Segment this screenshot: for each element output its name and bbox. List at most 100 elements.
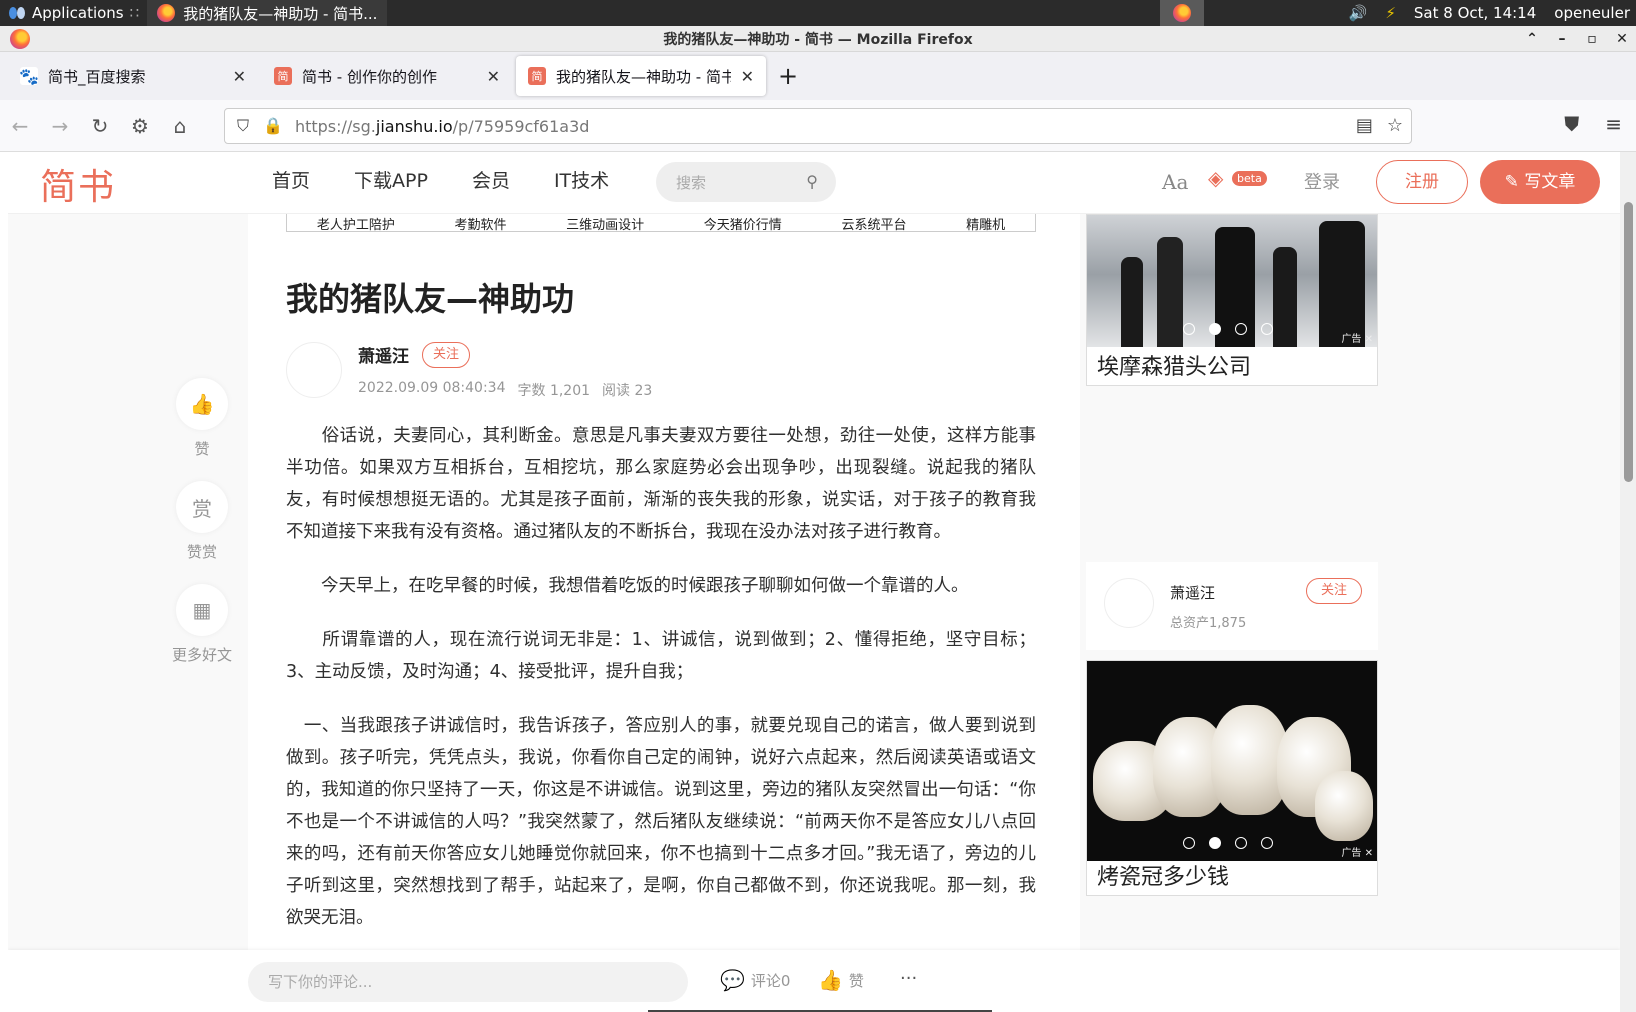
- tag-link[interactable]: 三维动画设计: [566, 214, 644, 233]
- comments-button[interactable]: 💬 评论0: [720, 968, 790, 992]
- user-menu[interactable]: openeuler: [1554, 4, 1630, 22]
- ad-mark[interactable]: 广告 ✕: [1341, 844, 1373, 859]
- like-button[interactable]: 👍 赞: [818, 968, 864, 992]
- carousel-dot[interactable]: [1261, 323, 1273, 335]
- word-count: 字数 1,201: [517, 383, 591, 399]
- bookmark-star-icon[interactable]: ☆: [1387, 115, 1403, 136]
- more-articles-action[interactable]: ▦ 更多好文: [172, 584, 232, 665]
- taskbar-firefox-item[interactable]: 我的猪队友—神助功 - 简书...: [147, 0, 388, 26]
- chevron-up-icon[interactable]: ⌃: [1524, 31, 1540, 47]
- comment-input[interactable]: 写下你的评论...: [248, 962, 688, 1002]
- tab-baidu-search[interactable]: 🐾 简书_百度搜索 ✕: [8, 56, 258, 96]
- more-articles-label: 更多好文: [172, 646, 233, 664]
- applications-menu[interactable]: Applications ∷: [0, 4, 147, 22]
- reload-button[interactable]: ↻: [80, 114, 120, 138]
- article-title: 我的猪队友—神助功: [286, 280, 575, 318]
- register-button[interactable]: 注册: [1376, 160, 1468, 204]
- close-window-button[interactable]: ✕: [1614, 31, 1630, 47]
- nav-it-tech[interactable]: IT技术: [554, 166, 609, 196]
- ad-mark[interactable]: 广告 ✕: [1341, 330, 1373, 345]
- tag-link[interactable]: 云系统平台: [841, 214, 906, 233]
- pocket-icon[interactable]: ⛊: [1564, 112, 1579, 136]
- tab-label: 简书_百度搜索: [48, 67, 146, 86]
- side-actions: 👍 赞 赏 赞赏 ▦ 更多好文: [172, 378, 232, 687]
- firefox-icon: [157, 4, 176, 22]
- ad-caption[interactable]: 烤瓷冠多少钱: [1097, 859, 1229, 891]
- ad-image[interactable]: 广告 ✕: [1087, 661, 1377, 861]
- follow-button[interactable]: 关注: [422, 342, 471, 368]
- search-input[interactable]: 搜索 ⚲: [656, 162, 836, 202]
- home-button[interactable]: ⌂: [160, 114, 200, 138]
- author-card-name[interactable]: 萧遥汪: [1170, 582, 1215, 603]
- carousel-dot[interactable]: [1209, 323, 1221, 335]
- qrcode-icon[interactable]: ▦: [176, 584, 228, 636]
- workspace-firefox-button[interactable]: [1160, 0, 1204, 26]
- carousel-dot[interactable]: [1235, 323, 1247, 335]
- more-button[interactable]: ···: [900, 968, 917, 989]
- search-placeholder: 搜索: [676, 173, 707, 192]
- avatar[interactable]: [1104, 578, 1154, 628]
- site-logo[interactable]: 简书: [40, 158, 116, 210]
- applications-label: Applications: [32, 4, 124, 22]
- carousel-dot[interactable]: [1183, 323, 1195, 335]
- clock[interactable]: Sat 8 Oct, 14:14: [1414, 4, 1536, 22]
- more-icon: ···: [900, 968, 918, 989]
- nav-download-app[interactable]: 下载APP: [354, 166, 428, 196]
- ad-image[interactable]: 广告 ✕: [1087, 215, 1377, 347]
- thumbs-up-icon[interactable]: 👍: [176, 378, 228, 430]
- like-action[interactable]: 👍 赞: [176, 378, 228, 459]
- close-icon[interactable]: ✕: [233, 67, 246, 86]
- close-icon[interactable]: ✕: [741, 67, 754, 86]
- beta-badge: beta: [1232, 170, 1267, 186]
- baidu-icon: 🐾: [19, 66, 39, 86]
- carousel-dot[interactable]: [1261, 837, 1273, 849]
- close-icon[interactable]: ✕: [487, 67, 500, 86]
- lock-icon[interactable]: 🔒: [263, 116, 283, 136]
- login-link[interactable]: 登录: [1304, 168, 1340, 194]
- author-name[interactable]: 萧遥汪: [358, 342, 409, 367]
- tag-link[interactable]: 考勤软件: [454, 214, 506, 233]
- carousel-dot[interactable]: [1235, 837, 1247, 849]
- font-size-toggle[interactable]: Aa: [1162, 170, 1188, 194]
- tab-article[interactable]: 简 我的猪队友—神助功 - 简书 ✕: [516, 56, 766, 96]
- settings-gear-icon[interactable]: ⚙: [120, 114, 160, 138]
- beta-button[interactable]: ◈ beta: [1208, 168, 1267, 188]
- new-tab-button[interactable]: +: [770, 62, 806, 90]
- minimize-button[interactable]: –: [1554, 31, 1570, 47]
- ad-banner-1[interactable]: 广告 ✕ 埃摩森猎头公司: [1086, 214, 1378, 386]
- nav-membership[interactable]: 会员: [472, 166, 510, 196]
- tab-jianshu-home[interactable]: 简 简书 - 创作你的创作 ✕: [262, 56, 512, 96]
- back-button[interactable]: ←: [0, 114, 40, 138]
- tag-link[interactable]: 老人护工陪护: [317, 214, 395, 233]
- volume-icon[interactable]: 🔊: [1349, 4, 1368, 22]
- shield-icon[interactable]: ⛉: [237, 116, 249, 136]
- ad-banner-2[interactable]: 广告 ✕ 烤瓷冠多少钱: [1086, 660, 1378, 896]
- search-icon[interactable]: ⚲: [806, 172, 818, 191]
- carousel-dot[interactable]: [1183, 837, 1195, 849]
- comment-bar: 写下你的评论... 💬 评论0 👍 赞 ···: [8, 950, 1620, 1012]
- forward-button[interactable]: →: [40, 114, 80, 138]
- carousel-dot[interactable]: [1209, 837, 1221, 849]
- reward-action[interactable]: 赏 赞赏: [176, 481, 228, 562]
- nav-home[interactable]: 首页: [272, 166, 310, 196]
- author-card: 萧遥汪 总资产1,875 关注: [1086, 562, 1378, 650]
- taskbar-firefox-title: 我的猪队友—神助功 - 简书...: [183, 4, 378, 23]
- write-article-button[interactable]: ✎ 写文章: [1480, 160, 1600, 204]
- ad-caption[interactable]: 埃摩森猎头公司: [1097, 349, 1251, 381]
- avatar[interactable]: [286, 342, 342, 398]
- ad-figure: [1121, 257, 1143, 347]
- scrollbar-thumb[interactable]: [1624, 202, 1633, 482]
- network-icon[interactable]: ⚡: [1385, 4, 1396, 22]
- tag-link[interactable]: 精雕机: [966, 214, 1005, 233]
- hamburger-menu-icon[interactable]: ≡: [1605, 112, 1622, 136]
- reader-mode-icon[interactable]: ▤: [1356, 115, 1373, 136]
- tag-link[interactable]: 今天猪价行情: [704, 214, 782, 233]
- ad-figure: [1273, 247, 1297, 347]
- os-top-panel: Applications ∷ 我的猪队友—神助功 - 简书... 🔊 ⚡ Sat…: [0, 0, 1636, 26]
- reward-icon[interactable]: 赏: [176, 481, 228, 533]
- thumbs-up-icon: 👍: [818, 968, 843, 992]
- url-bar[interactable]: ⛉ 🔒 https://sg.jianshu.io/p/75959cf61a3d…: [224, 108, 1412, 144]
- page-viewport: 简书 首页 下载APP 会员 IT技术 搜索 ⚲ Aa ◈ beta 登录 注册…: [8, 152, 1620, 1012]
- author-card-follow-button[interactable]: 关注: [1305, 578, 1362, 604]
- maximize-button[interactable]: ▫: [1584, 31, 1600, 47]
